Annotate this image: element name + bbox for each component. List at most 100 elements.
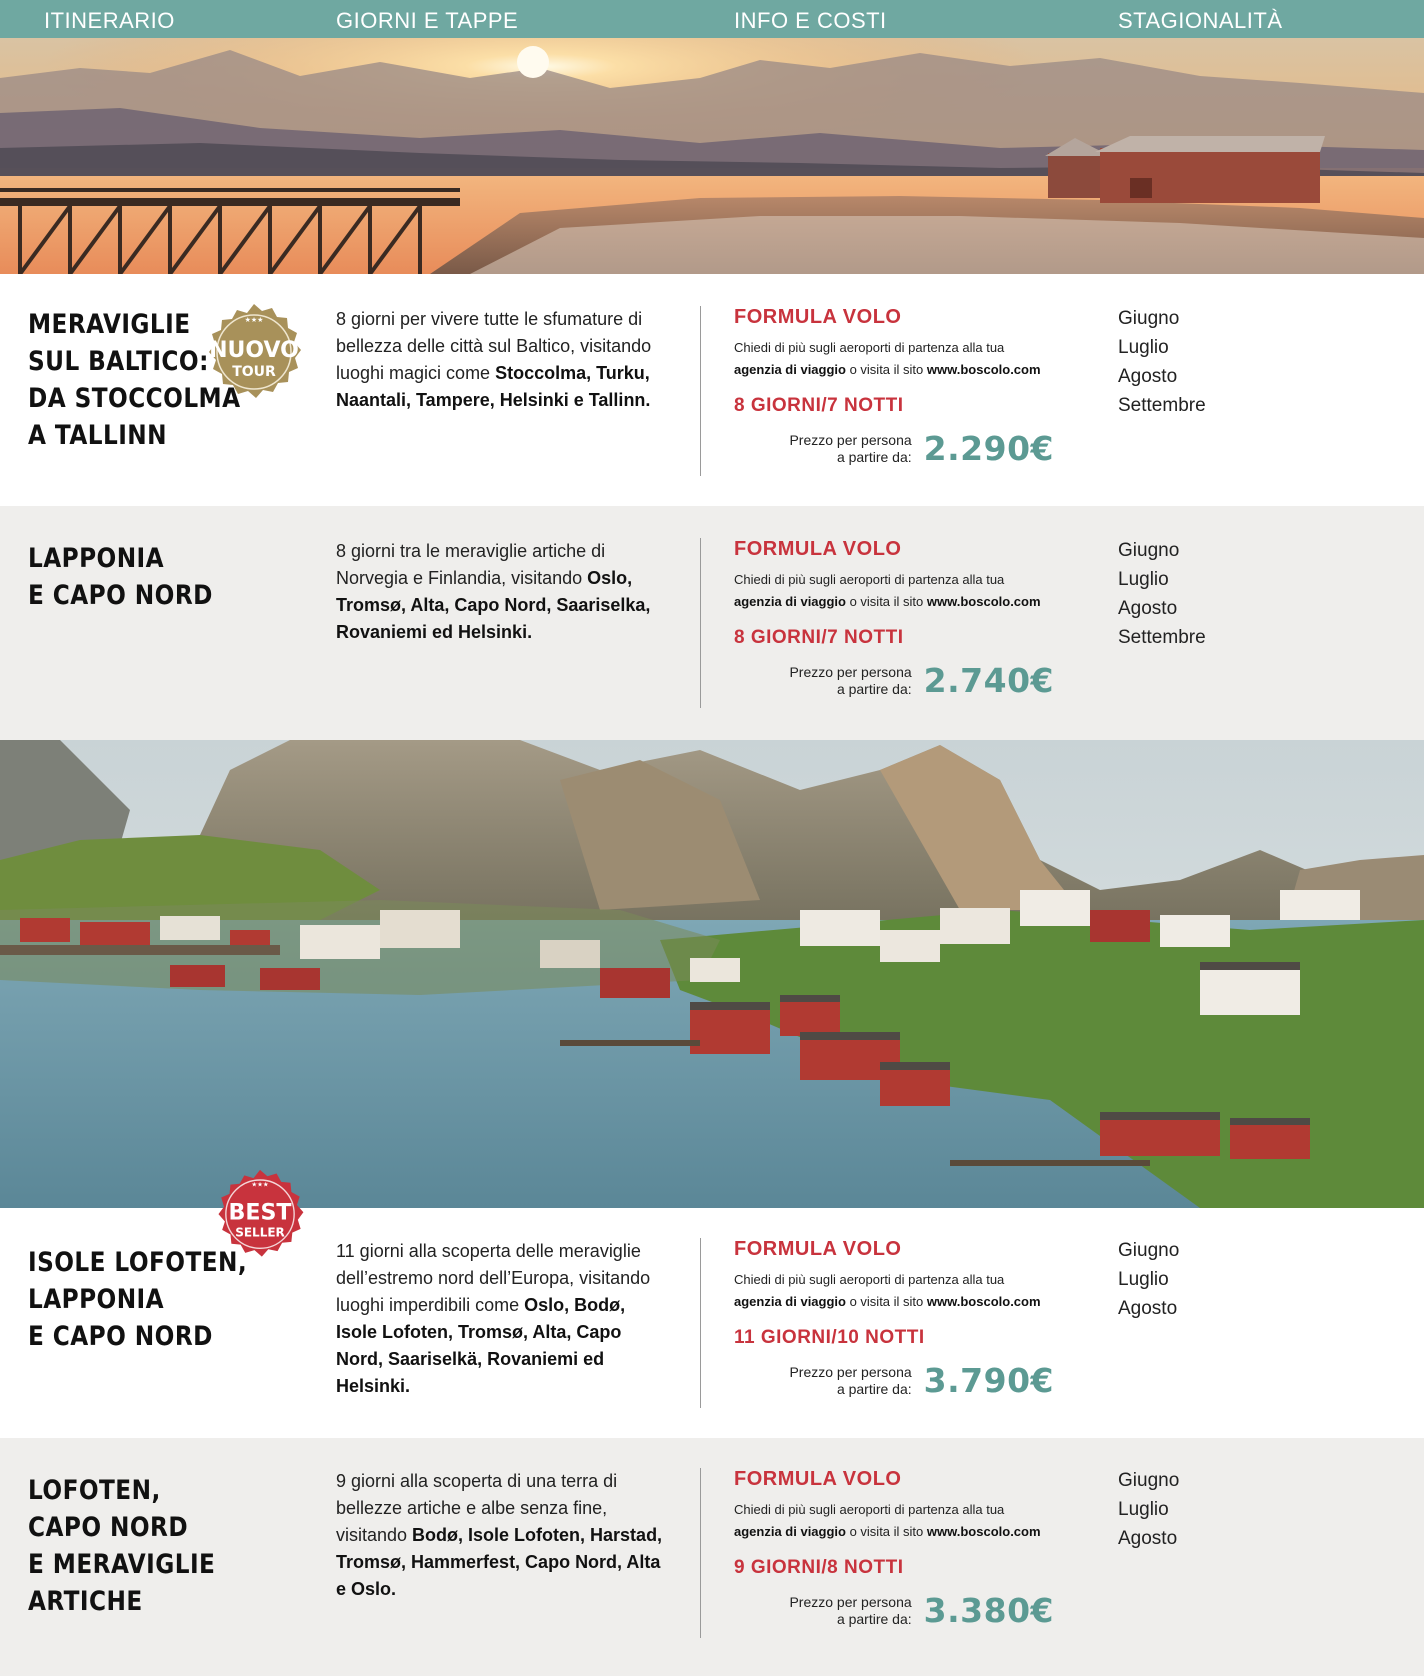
duration-label: 8 GIORNI/7 NOTTI: [734, 395, 904, 416]
tour-description: 8 giorni per vivere tutte le sfumature d…: [336, 306, 671, 414]
new-tour-badge: ★★★ NUOVO TOUR: [209, 304, 301, 398]
duration-label: 9 GIORNI/8 NOTTI: [734, 1557, 904, 1578]
tour-title-line: ARTICHE: [28, 1586, 143, 1617]
season-months: Giugno Luglio Agosto: [1118, 1466, 1179, 1553]
price-label-line: Prezzo per persona: [789, 432, 912, 448]
price-label-line: a partire da:: [836, 1611, 912, 1627]
tour-title: LOFOTEN, CAPO NORD E MERAVIGLIE ARTICHE: [28, 1472, 215, 1620]
visit-text: o visita il sito: [845, 1294, 927, 1309]
month: Luglio: [1118, 569, 1169, 590]
formula-label: FORMULA VOLO: [734, 306, 902, 328]
tour-title-line: A TALLINN: [28, 420, 168, 451]
price-label-line: Prezzo per persona: [789, 1364, 912, 1380]
price-label: Prezzo per persona a partire da:: [789, 1594, 911, 1628]
visit-text: o visita il sito: [845, 362, 927, 377]
month: Agosto: [1118, 1298, 1178, 1319]
month: Luglio: [1118, 1269, 1169, 1290]
tour-row-baltico: MERAVIGLIE SUL BALTICO: DA STOCCOLMA A T…: [0, 274, 1424, 506]
column-divider: [700, 306, 701, 476]
header-info-e-costi: INFO E COSTI: [734, 8, 887, 33]
airports-note: Chiedi di più sugli aeroporti di partenz…: [734, 569, 1054, 613]
tour-description: 11 giorni alla scoperta delle meraviglie…: [336, 1238, 671, 1400]
site-link[interactable]: www.boscolo.com: [927, 1524, 1041, 1539]
month: Luglio: [1118, 337, 1169, 358]
formula-label: FORMULA VOLO: [734, 1468, 902, 1490]
tour-row-lofoten-capo-nord: LOFOTEN, CAPO NORD E MERAVIGLIE ARTICHE …: [0, 1438, 1424, 1676]
tour-title-line: LAPPONIA: [28, 543, 165, 574]
airports-text: Chiedi di più sugli aeroporti di partenz…: [734, 340, 1005, 355]
tour-title-line: CAPO NORD: [28, 1512, 189, 1543]
price-label-line: Prezzo per persona: [789, 1594, 912, 1610]
tour-title-line: E MERAVIGLIE: [28, 1549, 216, 1580]
price-value: 3.790€: [923, 1361, 1054, 1400]
price-value: 2.290€: [923, 429, 1054, 468]
price-value: 3.380€: [923, 1591, 1054, 1630]
price-label: Prezzo per persona a partire da:: [789, 1364, 911, 1398]
formula-label: FORMULA VOLO: [734, 538, 902, 560]
price-block: Prezzo per persona a partire da: 2.740€: [734, 661, 1054, 700]
header-itinerario: ITINERARIO: [44, 8, 175, 33]
header-giorni-e-tappe: GIORNI E TAPPE: [336, 8, 519, 33]
badge-line-1: NUOVO: [209, 338, 299, 363]
sunset-fjord-pier-photo: [0, 38, 1424, 274]
tour-info: FORMULA VOLO Chiedi di più sugli aeropor…: [734, 538, 1054, 700]
description-text: 8 giorni tra le meraviglie artiche di No…: [336, 541, 606, 588]
tour-info: FORMULA VOLO Chiedi di più sugli aeropor…: [734, 306, 1054, 468]
month: Giugno: [1118, 1240, 1180, 1261]
price-block: Prezzo per persona a partire da: 2.290€: [734, 429, 1054, 468]
airports-text: Chiedi di più sugli aeroporti di partenz…: [734, 572, 1005, 587]
formula-label: FORMULA VOLO: [734, 1238, 902, 1260]
visit-text: o visita il sito: [845, 594, 927, 609]
column-header-bar: ITINERARIO GIORNI E TAPPE INFO E COSTI S…: [0, 0, 1424, 38]
month: Luglio: [1118, 1499, 1169, 1520]
airports-note: Chiedi di più sugli aeroporti di partenz…: [734, 337, 1054, 381]
agency-text: agenzia di viaggio: [734, 1294, 846, 1309]
duration-label: 11 GIORNI/10 NOTTI: [734, 1327, 925, 1348]
tour-title: LAPPONIA E CAPO NORD: [28, 540, 213, 614]
site-link[interactable]: www.boscolo.com: [927, 1294, 1041, 1309]
tour-row-lapponia: LAPPONIA E CAPO NORD 8 giorni tra le mer…: [0, 506, 1424, 740]
price-value: 2.740€: [923, 661, 1054, 700]
agency-text: agenzia di viaggio: [734, 1524, 846, 1539]
header-stagionalita: STAGIONALITÀ: [1118, 8, 1283, 33]
price-label-line: a partire da:: [836, 681, 912, 697]
agency-text: agenzia di viaggio: [734, 362, 846, 377]
site-link[interactable]: www.boscolo.com: [927, 362, 1041, 377]
season-months: Giugno Luglio Agosto Settembre: [1118, 304, 1206, 420]
visit-text: o visita il sito: [845, 1524, 927, 1539]
month: Settembre: [1118, 395, 1206, 416]
season-months: Giugno Luglio Agosto: [1118, 1236, 1179, 1323]
season-months: Giugno Luglio Agosto Settembre: [1118, 536, 1206, 652]
column-divider: [700, 538, 701, 708]
brochure-page: ITINERARIO GIORNI E TAPPE INFO E COSTI S…: [0, 0, 1424, 1676]
tour-title-line: E CAPO NORD: [28, 580, 213, 611]
badge-line-2: SELLER: [235, 1225, 285, 1239]
month: Agosto: [1118, 366, 1178, 387]
month: Settembre: [1118, 627, 1206, 648]
price-block: Prezzo per persona a partire da: 3.790€: [734, 1361, 1054, 1400]
agency-text: agenzia di viaggio: [734, 594, 846, 609]
column-divider: [700, 1238, 701, 1408]
month: Giugno: [1118, 308, 1180, 329]
month: Agosto: [1118, 598, 1178, 619]
badge-line-2: TOUR: [232, 364, 276, 380]
month: Agosto: [1118, 1528, 1178, 1549]
lofoten-fishing-village-photo: [0, 740, 1424, 1208]
svg-text:★★★: ★★★: [251, 1180, 269, 1188]
airports-text: Chiedi di più sugli aeroporti di partenz…: [734, 1502, 1005, 1517]
price-label-line: Prezzo per persona: [789, 664, 912, 680]
site-link[interactable]: www.boscolo.com: [927, 594, 1041, 609]
price-label-line: a partire da:: [836, 449, 912, 465]
duration-label: 8 GIORNI/7 NOTTI: [734, 627, 904, 648]
badge-line-1: BEST: [228, 1200, 291, 1226]
tour-title-line: LAPPONIA: [28, 1284, 165, 1315]
airports-text: Chiedi di più sugli aeroporti di partenz…: [734, 1272, 1005, 1287]
tour-info: FORMULA VOLO Chiedi di più sugli aeropor…: [734, 1238, 1054, 1400]
month: Giugno: [1118, 540, 1180, 561]
tour-title-line: LOFOTEN,: [28, 1475, 161, 1506]
price-label: Prezzo per persona a partire da:: [789, 664, 911, 698]
price-block: Prezzo per persona a partire da: 3.380€: [734, 1591, 1054, 1630]
tour-title-line: E CAPO NORD: [28, 1321, 213, 1352]
price-label: Prezzo per persona a partire da:: [789, 432, 911, 466]
best-seller-badge: ★★★ BEST SELLER: [218, 1169, 304, 1257]
